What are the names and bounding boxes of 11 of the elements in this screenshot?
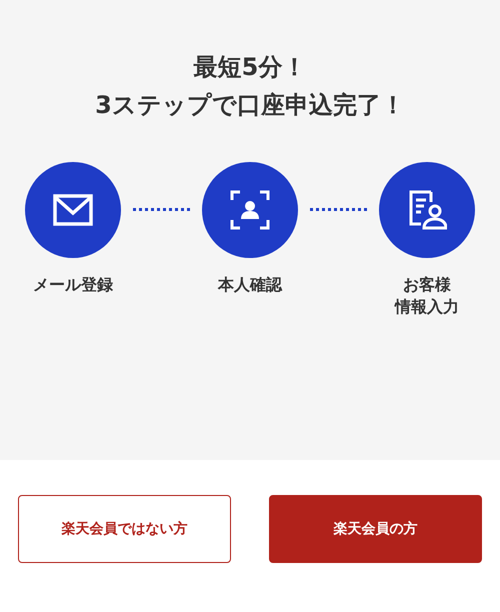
headline: 最短5分！ [194, 52, 306, 82]
step-label: 本人確認 [218, 274, 282, 296]
headline: 3ステップで口座申込完了！ [95, 90, 405, 120]
member-button[interactable]: 楽天会員ではない方 [18, 495, 231, 563]
step-label: お客様 [403, 274, 451, 296]
envelope-icon [53, 194, 93, 226]
profile-form-icon [407, 190, 447, 230]
member-button[interactable]: 楽天会員の方 [269, 495, 482, 563]
face-scan-icon [230, 190, 270, 230]
step-label: 情報入力 [395, 296, 459, 318]
step-label: メール登録 [33, 274, 113, 296]
